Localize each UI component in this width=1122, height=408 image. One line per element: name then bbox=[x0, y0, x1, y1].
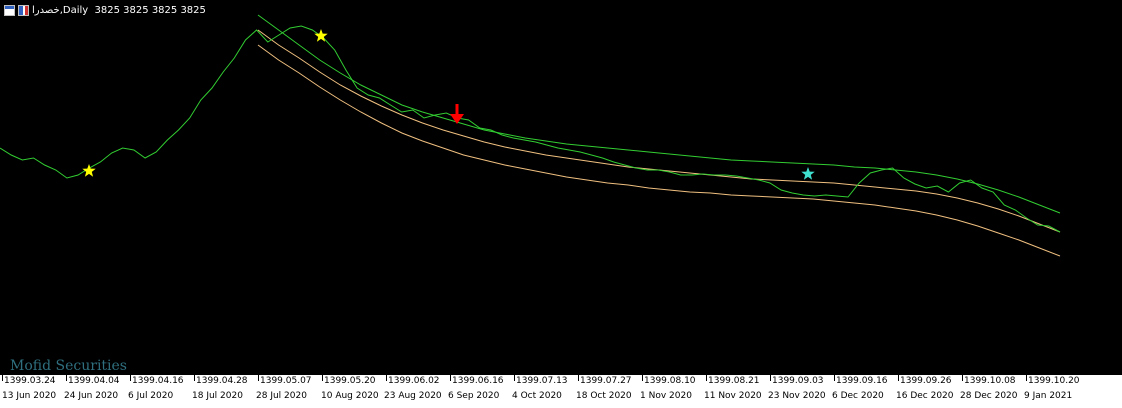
gregorian-date-label: 4 Oct 2020 bbox=[512, 391, 562, 401]
gregorian-date-label: 6 Sep 2020 bbox=[448, 391, 500, 401]
gregorian-date-label: 24 Jun 2020 bbox=[64, 391, 119, 401]
gregorian-date-label: 10 Aug 2020 bbox=[321, 391, 379, 401]
jalali-date-label: 1399.10.08 bbox=[964, 376, 1016, 386]
axis-tick bbox=[1026, 375, 1027, 381]
time-axis: 1399.03.24 1399.04.04 1399.04.16 1399.04.28… bbox=[0, 375, 1122, 408]
jalali-date-label: 1399.07.13 bbox=[516, 376, 568, 386]
axis-tick bbox=[66, 375, 67, 381]
gregorian-date-label: 6 Jul 2020 bbox=[128, 391, 174, 401]
gregorian-date-label: 28 Jul 2020 bbox=[256, 391, 307, 401]
jalali-date-label: 1399.09.03 bbox=[772, 376, 824, 386]
gregorian-date-label: 1 Nov 2020 bbox=[640, 391, 692, 401]
axis-tick bbox=[322, 375, 323, 381]
gregorian-date-label: 16 Dec 2020 bbox=[896, 391, 954, 401]
chart-title-bar: خصدرا,Daily 3825 3825 3825 3825 bbox=[4, 2, 206, 18]
axis-tick bbox=[834, 375, 835, 381]
axis-tick bbox=[642, 375, 643, 381]
flag-icon[interactable] bbox=[18, 4, 29, 16]
axis-tick bbox=[130, 375, 131, 381]
chart-title: خصدرا,Daily 3825 3825 3825 3825 bbox=[32, 4, 206, 16]
gregorian-date-label: 23 Aug 2020 bbox=[384, 391, 442, 401]
jalali-date-label: 1399.04.04 bbox=[68, 376, 120, 386]
jalali-date-label: 1399.04.28 bbox=[196, 376, 248, 386]
cyan-star-icon bbox=[801, 167, 815, 180]
middle-band-line bbox=[257, 29, 1061, 233]
gregorian-date-label: 18 Jul 2020 bbox=[192, 391, 243, 401]
jalali-date-label: 1399.08.21 bbox=[708, 376, 760, 386]
jalali-date-label: 1399.03.24 bbox=[4, 376, 56, 386]
gregorian-date-label: 23 Nov 2020 bbox=[768, 391, 826, 401]
jalali-date-label: 1399.10.20 bbox=[1028, 376, 1080, 386]
axis-tick bbox=[898, 375, 899, 381]
axis-tick bbox=[386, 375, 387, 381]
axis-tick bbox=[578, 375, 579, 381]
price-chart[interactable] bbox=[0, 0, 1122, 375]
jalali-date-label: 1399.06.16 bbox=[452, 376, 504, 386]
gregorian-date-label: 6 Dec 2020 bbox=[832, 391, 884, 401]
jalali-date-label: 1399.09.16 bbox=[836, 376, 888, 386]
gregorian-date-label: 13 Jun 2020 bbox=[2, 391, 57, 401]
axis-tick bbox=[450, 375, 451, 381]
axis-tick bbox=[514, 375, 515, 381]
axis-tick bbox=[962, 375, 963, 381]
chart-window-icon[interactable] bbox=[4, 4, 15, 16]
jalali-date-label: 1399.05.07 bbox=[260, 376, 312, 386]
jalali-date-label: 1399.07.27 bbox=[580, 376, 632, 386]
axis-tick bbox=[194, 375, 195, 381]
gregorian-date-label: 18 Oct 2020 bbox=[576, 391, 632, 401]
broker-watermark: Mofid Securities bbox=[10, 358, 127, 374]
chart-window: خصدرا,Daily 3825 3825 3825 3825 Mofid Se… bbox=[0, 0, 1122, 408]
gregorian-date-label: 11 Nov 2020 bbox=[704, 391, 762, 401]
jalali-date-label: 1399.04.16 bbox=[132, 376, 184, 386]
jalali-date-label: 1399.08.10 bbox=[644, 376, 696, 386]
price-line bbox=[0, 25, 1061, 233]
jalali-date-label: 1399.05.20 bbox=[324, 376, 376, 386]
axis-tick bbox=[706, 375, 707, 381]
axis-tick bbox=[2, 375, 3, 381]
axis-tick bbox=[258, 375, 259, 381]
gregorian-date-label: 9 Jan 2021 bbox=[1024, 391, 1073, 401]
jalali-date-label: 1399.06.02 bbox=[388, 376, 440, 386]
jalali-date-label: 1399.09.26 bbox=[900, 376, 952, 386]
lower-band-line bbox=[257, 44, 1061, 257]
axis-tick bbox=[770, 375, 771, 381]
gregorian-date-label: 28 Dec 2020 bbox=[960, 391, 1018, 401]
upper-band-line bbox=[257, 14, 1061, 214]
